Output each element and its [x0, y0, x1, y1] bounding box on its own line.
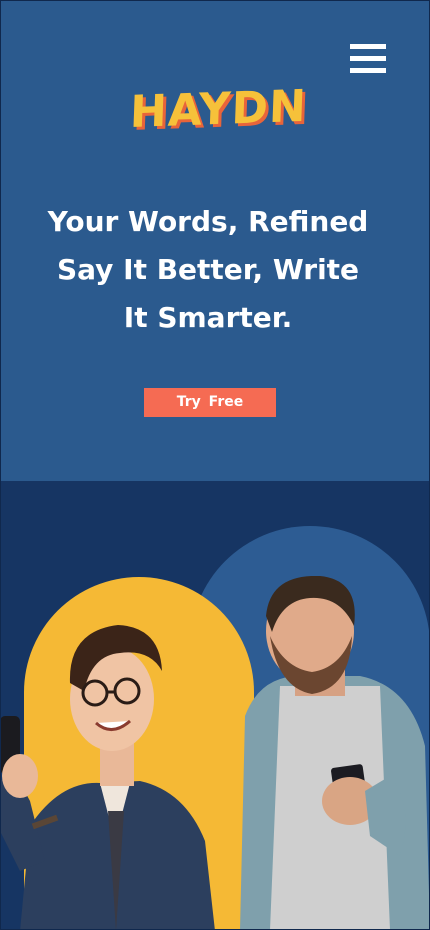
- headline-line: Your Words, Refined: [47, 205, 369, 238]
- logo[interactable]: HAYDN: [129, 80, 308, 140]
- hero-headline: Your Words, Refined Say It Better, Write…: [20, 198, 396, 342]
- try-free-button[interactable]: Try Free: [144, 388, 276, 417]
- people-section: [0, 481, 430, 930]
- menu-bar: [350, 68, 386, 73]
- right-person-image: [240, 576, 430, 930]
- menu-bar: [350, 56, 386, 61]
- menu-bar: [350, 44, 386, 49]
- hero-section: HAYDN Your Words, Refined Say It Better,…: [0, 0, 430, 481]
- left-person-image: [0, 625, 215, 930]
- hamburger-menu-icon[interactable]: [350, 44, 386, 74]
- headline-line: It Smarter.: [123, 301, 293, 334]
- logo-text: HAYDN: [129, 80, 308, 139]
- page: HAYDN Your Words, Refined Say It Better,…: [0, 0, 430, 930]
- headline-line: Say It Better, Write: [56, 253, 360, 286]
